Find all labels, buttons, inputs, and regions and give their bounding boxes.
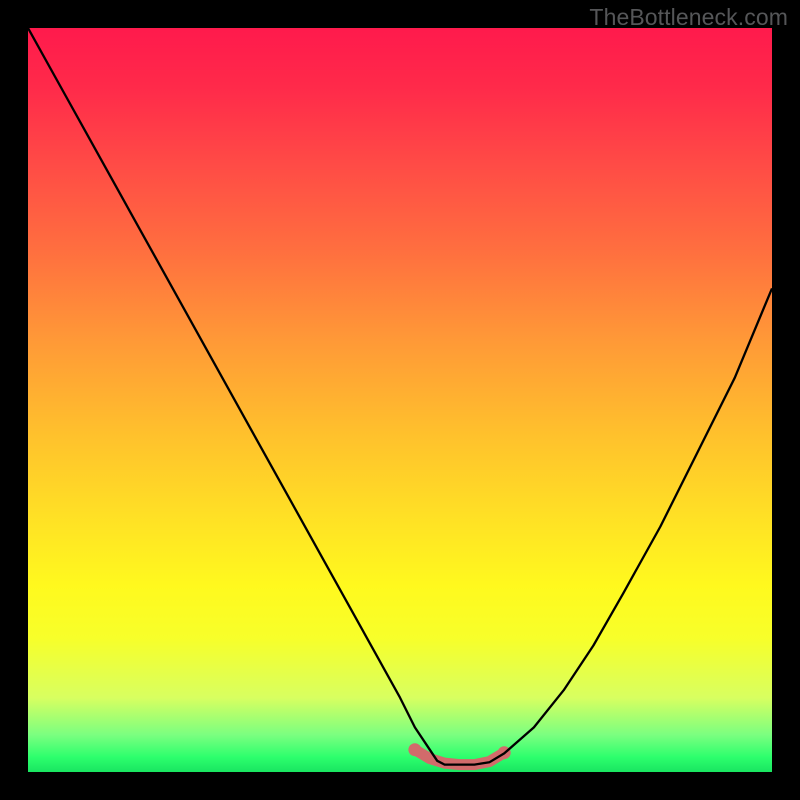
- marker-dot: [408, 743, 421, 756]
- watermark-text: TheBottleneck.com: [589, 4, 788, 31]
- chart-stage: TheBottleneck.com: [0, 0, 800, 800]
- plot-area: [28, 28, 772, 772]
- bottleneck-curve: [28, 28, 772, 765]
- bottleneck-curve-svg: [28, 28, 772, 772]
